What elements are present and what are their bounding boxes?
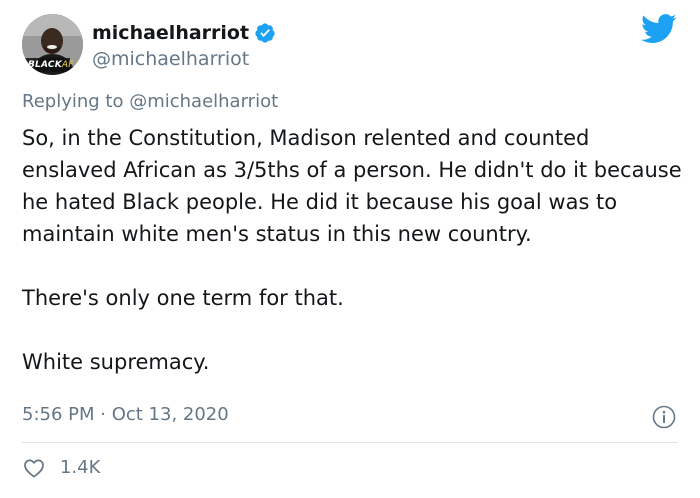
like-action[interactable]: 1.4K (22, 455, 100, 481)
twitter-bird-icon[interactable] (641, 14, 677, 44)
heart-icon[interactable] (22, 456, 46, 480)
info-icon[interactable] (652, 405, 676, 429)
like-count: 1.4K (60, 457, 101, 478)
avatar-badge-suffix: AF (61, 60, 74, 70)
divider (22, 442, 678, 443)
tweet-paragraph: White supremacy. (22, 350, 210, 374)
tweet-paragraph: So, in the Constitution, Madison relente… (22, 126, 682, 246)
replying-to: Replying to @michaelharriot (22, 90, 278, 114)
author-name-row: michaelharriot (92, 20, 276, 46)
verified-badge-icon (255, 23, 275, 43)
replying-to-prefix: Replying to (22, 91, 130, 112)
avatar[interactable]: BLACKAF (22, 14, 83, 75)
replying-to-mention[interactable]: @michaelharriot (129, 91, 278, 112)
tweet-text: So, in the Constitution, Madison relente… (22, 122, 682, 378)
tweet-card: BLACKAF michaelharriot @michaelharriot R… (0, 0, 700, 498)
avatar-badge: BLACKAF (28, 60, 74, 70)
display-name[interactable]: michaelharriot (92, 20, 249, 46)
author-handle[interactable]: @michaelharriot (92, 47, 249, 71)
tweet-paragraph: There's only one term for that. (22, 286, 344, 310)
tweet-timestamp[interactable]: 5:56 PM · Oct 13, 2020 (22, 403, 229, 427)
avatar-badge-main: BLACK (28, 60, 62, 70)
